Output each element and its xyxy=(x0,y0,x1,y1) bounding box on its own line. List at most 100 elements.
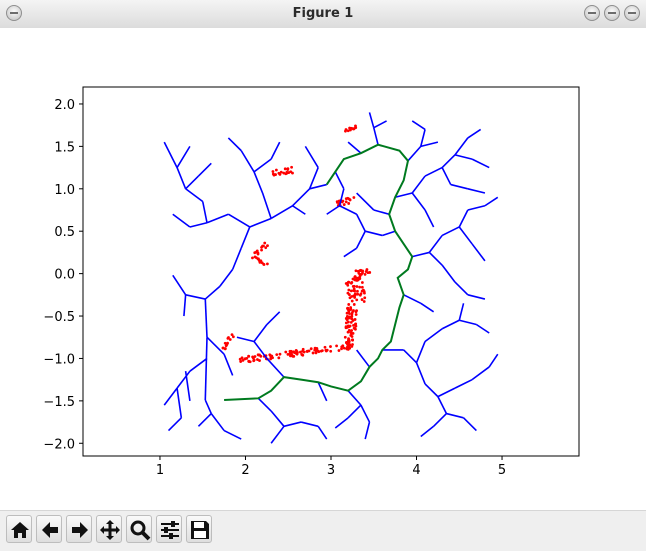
home-icon xyxy=(11,522,29,538)
obstacle-point-9-9 xyxy=(346,129,350,133)
obstacle-point-3-7 xyxy=(363,296,367,300)
obstacle-point-0-88 xyxy=(301,353,305,357)
obstacle-point-3-1 xyxy=(360,285,364,289)
obstacle-point-1-91 xyxy=(353,289,357,293)
obstacle-point-6-13 xyxy=(228,338,232,341)
obstacle-point-7-10 xyxy=(274,168,278,172)
obstacle-point-7-7 xyxy=(290,165,294,169)
x-tick-label-3: 4 xyxy=(412,463,420,478)
home-button[interactable] xyxy=(6,515,32,543)
y-tick-label-7: −1.5 xyxy=(43,395,75,410)
obstacle-point-0-52 xyxy=(240,356,244,360)
obstacle-point-3-22 xyxy=(363,291,366,295)
obstacle-point-4-9 xyxy=(264,246,268,250)
obstacle-point-0-65 xyxy=(256,353,260,357)
obstacle-point-5-11 xyxy=(253,255,257,259)
configure-subplots-button[interactable] xyxy=(156,515,182,543)
obstacle-point-6-8 xyxy=(226,341,229,345)
obstacle-point-1-94 xyxy=(348,296,352,300)
obstacle-point-1-20 xyxy=(344,321,348,325)
obstacle-point-0-76 xyxy=(259,354,263,358)
obstacle-point-3-21 xyxy=(360,298,364,301)
obstacle-point-0-20 xyxy=(278,352,282,356)
obstacle-point-9-11 xyxy=(352,127,356,131)
obstacle-point-7-13 xyxy=(271,170,275,173)
save-button[interactable] xyxy=(186,515,212,543)
y-tick-label-8: −2.0 xyxy=(43,437,75,452)
pan-button[interactable] xyxy=(96,515,122,543)
obstacle-point-0-72 xyxy=(320,349,324,353)
obstacle-point-0-93 xyxy=(324,349,328,353)
obstacle-point-0-74 xyxy=(247,359,251,363)
obstacle-point-1-93 xyxy=(347,316,351,320)
zoom-button[interactable] xyxy=(126,515,152,543)
x-axis: 1 2 3 4 5 xyxy=(156,456,506,478)
obstacle-point-3-16 xyxy=(358,277,362,280)
obstacle-point-8-16 xyxy=(352,196,356,199)
obstacle-point-1-51 xyxy=(349,289,353,293)
obstacle-point-7-15 xyxy=(272,173,276,177)
obstacle-point-1-78 xyxy=(352,303,356,306)
forward-button[interactable] xyxy=(66,515,92,543)
obstacle-point-1-90 xyxy=(350,317,353,321)
obstacle-point-6-11 xyxy=(224,344,228,348)
obstacle-point-7-18 xyxy=(283,167,287,171)
obstacle-point-3-18 xyxy=(356,269,360,273)
move-icon xyxy=(100,520,120,540)
obstacle-point-0-83 xyxy=(342,346,346,350)
obstacle-point-6-12 xyxy=(221,346,225,350)
obstacle-point-1-48 xyxy=(355,298,359,302)
obstacle-point-0-41 xyxy=(275,353,279,357)
y-tick-label-4: 0.0 xyxy=(54,268,75,283)
obstacle-point-3-13 xyxy=(359,268,363,272)
obstacle-point-1-88 xyxy=(347,340,351,344)
back-button[interactable] xyxy=(36,515,62,543)
obstacle-point-1-75 xyxy=(349,306,353,309)
obstacle-point-1-83 xyxy=(354,313,358,316)
y-tick-label-2: 1.0 xyxy=(54,183,75,198)
obstacle-point-2-13 xyxy=(346,283,350,287)
obstacle-point-1-27 xyxy=(356,289,359,293)
y-tick-label-1: 1.5 xyxy=(54,140,75,155)
obstacle-point-0-95 xyxy=(340,347,343,351)
obstacle-point-8-14 xyxy=(347,202,351,205)
obstacle-point-0-64 xyxy=(329,345,332,348)
obstacle-point-2-4 xyxy=(363,272,367,276)
obstacle-point-1-64 xyxy=(344,317,348,320)
obstacle-point-2-20 xyxy=(364,270,368,273)
x-tick-label-4: 5 xyxy=(498,463,506,478)
obstacle-point-1-0 xyxy=(347,303,351,306)
close-button[interactable] xyxy=(624,5,640,21)
obstacle-point-1-22 xyxy=(346,291,350,295)
obstacle-point-7-12 xyxy=(284,172,288,176)
obstacle-point-0-43 xyxy=(317,350,321,354)
obstacle-point-0-89 xyxy=(311,351,315,355)
obstacle-point-0-49 xyxy=(305,350,309,353)
obstacle-point-1-68 xyxy=(355,285,359,288)
obstacle-point-1-52 xyxy=(346,330,350,334)
obstacle-point-3-20 xyxy=(362,300,366,303)
obstacle-point-1-72 xyxy=(354,310,358,314)
obstacle-point-0-87 xyxy=(329,349,333,353)
y-tick-label-0: 2.0 xyxy=(54,98,75,113)
maximize-button[interactable] xyxy=(604,5,620,21)
obstacle-point-2-22 xyxy=(349,281,353,285)
obstacle-point-0-68 xyxy=(293,351,297,355)
obstacle-point-1-77 xyxy=(346,308,350,312)
obstacle-point-1-59 xyxy=(349,331,353,335)
obstacle-point-1-16 xyxy=(351,343,354,346)
arrow-right-icon xyxy=(72,522,88,538)
plot-svg[interactable]: 1 2 3 4 5 2.0 1.5 1.0 0.5 0.0 −0.5 −1.0 −1.5 −2.0 xyxy=(0,28,646,510)
obstacle-point-0-96 xyxy=(243,357,247,361)
obstacle-point-5-4 xyxy=(260,261,264,265)
minimize-button[interactable] xyxy=(584,5,600,21)
obstacle-point-0-40 xyxy=(301,347,305,351)
obstacle-point-5-6 xyxy=(265,262,269,266)
obstacle-point-3-19 xyxy=(359,292,363,296)
obstacle-point-0-37 xyxy=(337,349,341,352)
obstacle-point-0-73 xyxy=(268,354,272,357)
obstacle-point-5-5 xyxy=(251,256,254,260)
figure-canvas[interactable]: 1 2 3 4 5 2.0 1.5 1.0 0.5 0.0 −0.5 −1.0 −1.5 −2.0 xyxy=(0,28,646,510)
obstacle-point-0-81 xyxy=(252,359,256,363)
obstacle-point-4-10 xyxy=(261,244,264,248)
